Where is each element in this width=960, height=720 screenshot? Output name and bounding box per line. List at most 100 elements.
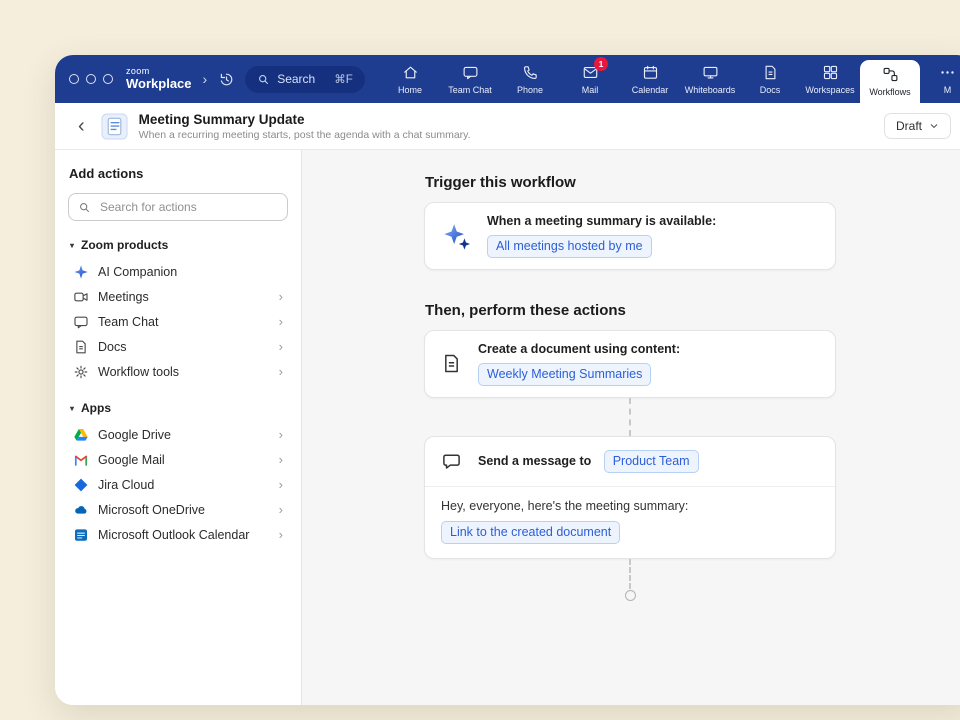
actions-search-input[interactable]: [98, 199, 278, 215]
calendar-icon: [642, 64, 659, 81]
window-minimize-button[interactable]: [86, 74, 96, 84]
nav-item-label: Workspaces: [805, 85, 854, 95]
search-shortcut: ⌘F: [334, 72, 353, 86]
nav-item-workspaces[interactable]: Workspaces: [800, 55, 860, 103]
team-chat-icon: [462, 64, 479, 81]
navbar-left-cluster: zoom Workplace › Search ⌘F: [55, 55, 365, 103]
nav-item-label: Home: [398, 85, 422, 95]
sidebar-item-microsoft-onedrive[interactable]: Microsoft OneDrive ›: [68, 497, 288, 522]
sidebar-item-microsoft-outlook-calendar[interactable]: Microsoft Outlook Calendar ›: [68, 522, 288, 547]
home-icon: [402, 64, 419, 81]
group-header-zoom-products[interactable]: ▾ Zoom products: [70, 238, 286, 252]
message-body-section: Hey, everyone, here's the meeting summar…: [425, 487, 835, 558]
sidebar-item-label: Docs: [98, 340, 126, 354]
create-document-card[interactable]: Create a document using content: Weekly …: [424, 330, 836, 398]
trigger-card[interactable]: When a meeting summary is available: All…: [424, 202, 836, 270]
navbar-tabs: Home Team Chat Phone 1 Mail: [380, 55, 960, 103]
nav-item-calendar[interactable]: Calendar: [620, 55, 680, 103]
recipient-chip[interactable]: Product Team: [604, 450, 699, 473]
sidebar-item-label: Workflow tools: [98, 365, 179, 379]
chevron-right-icon: ›: [279, 365, 283, 378]
sidebar-item-google-drive[interactable]: Google Drive ›: [68, 422, 288, 447]
document-icon: [73, 339, 89, 355]
outlook-calendar-icon: [73, 527, 89, 543]
search-icon: [257, 73, 270, 86]
sidebar-item-label: Jira Cloud: [98, 478, 154, 492]
ai-companion-sparkle-icon: [73, 264, 89, 280]
nav-item-docs[interactable]: Docs: [740, 55, 800, 103]
sidebar-item-label: Microsoft OneDrive: [98, 503, 205, 517]
chevron-right-icon: ›: [279, 315, 283, 328]
create-document-card-content: Create a document using content: Weekly …: [478, 342, 680, 386]
draft-status-label: Draft: [896, 119, 922, 133]
sidebar-item-meetings[interactable]: Meetings ›: [68, 284, 288, 309]
trigger-scope-chip[interactable]: All meetings hosted by me: [487, 235, 652, 258]
group-header-apps[interactable]: ▾ Apps: [70, 401, 286, 415]
global-search-button[interactable]: Search ⌘F: [245, 66, 365, 93]
docs-icon: [762, 64, 779, 81]
sidebar-item-team-chat[interactable]: Team Chat ›: [68, 309, 288, 334]
whiteboard-icon: [702, 64, 719, 81]
chevron-down-icon: [929, 121, 939, 131]
dashed-connector: [629, 398, 631, 436]
more-dots-icon: [939, 64, 956, 81]
workflows-icon: [882, 66, 899, 83]
chevron-right-icon: ›: [279, 478, 283, 491]
app-window: zoom Workplace › Search ⌘F: [55, 55, 960, 705]
draft-status-dropdown[interactable]: Draft: [884, 113, 951, 139]
workflow-title: Meeting Summary Update: [139, 112, 471, 127]
window-controls: [69, 74, 113, 84]
window-maximize-button[interactable]: [103, 74, 113, 84]
group-label: Zoom products: [81, 238, 168, 252]
create-document-title: Create a document using content:: [478, 342, 680, 356]
sidebar-item-label: Meetings: [98, 290, 149, 304]
sidebar-item-label: Google Drive: [98, 428, 171, 442]
search-label: Search: [277, 72, 315, 86]
nav-item-workflows-active[interactable]: Workflows: [860, 60, 920, 103]
history-icon[interactable]: [218, 71, 235, 88]
nav-item-label: Calendar: [632, 85, 669, 95]
nav-item-label: Mail: [582, 85, 599, 95]
onedrive-cloud-icon: [73, 502, 89, 518]
send-message-title: Send a message to: [478, 454, 591, 468]
message-body-text: Hey, everyone, here's the meeting summar…: [441, 499, 819, 513]
chevron-right-icon: ›: [279, 340, 283, 353]
window-close-button[interactable]: [69, 74, 79, 84]
sidebar-item-google-mail[interactable]: Google Mail ›: [68, 447, 288, 472]
dashed-connector-end: [629, 559, 631, 589]
back-chevron-icon[interactable]: ‹: [73, 116, 90, 136]
logo-workplace-text: Workplace: [126, 77, 192, 91]
sidebar-item-jira-cloud[interactable]: Jira Cloud ›: [68, 472, 288, 497]
workflow-title-block: Meeting Summary Update When a recurring …: [139, 112, 471, 141]
workflow-header: ‹ Meeting Summary Update When a recurrin…: [55, 103, 960, 150]
sidebar-item-docs[interactable]: Docs ›: [68, 334, 288, 359]
chevron-right-icon: ›: [279, 428, 283, 441]
sidebar-item-label: Microsoft Outlook Calendar: [98, 528, 249, 542]
video-camera-icon: [73, 289, 89, 305]
document-link-chip[interactable]: Link to the created document: [441, 521, 620, 544]
sidebar-item-workflow-tools[interactable]: Workflow tools ›: [68, 359, 288, 384]
nav-item-label: Whiteboards: [685, 85, 736, 95]
workflow-canvas: Trigger this workflow When a meeting sum…: [302, 150, 960, 705]
add-actions-sidebar: Add actions ▾ Zoom products: [55, 150, 302, 705]
jira-icon: [73, 477, 89, 493]
document-content-chip[interactable]: Weekly Meeting Summaries: [478, 363, 651, 386]
triangle-down-icon: ▾: [70, 404, 74, 413]
phone-icon: [522, 64, 539, 81]
mail-badge: 1: [594, 57, 608, 71]
nav-item-more-partial[interactable]: M: [920, 55, 960, 103]
sidebar-item-ai-companion[interactable]: AI Companion: [68, 259, 288, 284]
nav-item-label: Workflows: [869, 87, 910, 97]
workspaces-icon: [822, 64, 839, 81]
chevron-right-icon[interactable]: ›: [203, 71, 208, 87]
nav-item-team-chat[interactable]: Team Chat: [440, 55, 500, 103]
nav-item-whiteboards[interactable]: Whiteboards: [680, 55, 740, 103]
content-area: Add actions ▾ Zoom products: [55, 150, 960, 705]
actions-heading: Then, perform these actions: [425, 302, 836, 319]
actions-search-box[interactable]: [68, 193, 288, 221]
send-message-card[interactable]: Send a message to Product Team Hey, ever…: [424, 436, 836, 559]
nav-item-mail[interactable]: 1 Mail: [560, 55, 620, 103]
nav-item-phone[interactable]: Phone: [500, 55, 560, 103]
zoom-workplace-logo: zoom Workplace: [126, 67, 192, 90]
nav-item-home[interactable]: Home: [380, 55, 440, 103]
